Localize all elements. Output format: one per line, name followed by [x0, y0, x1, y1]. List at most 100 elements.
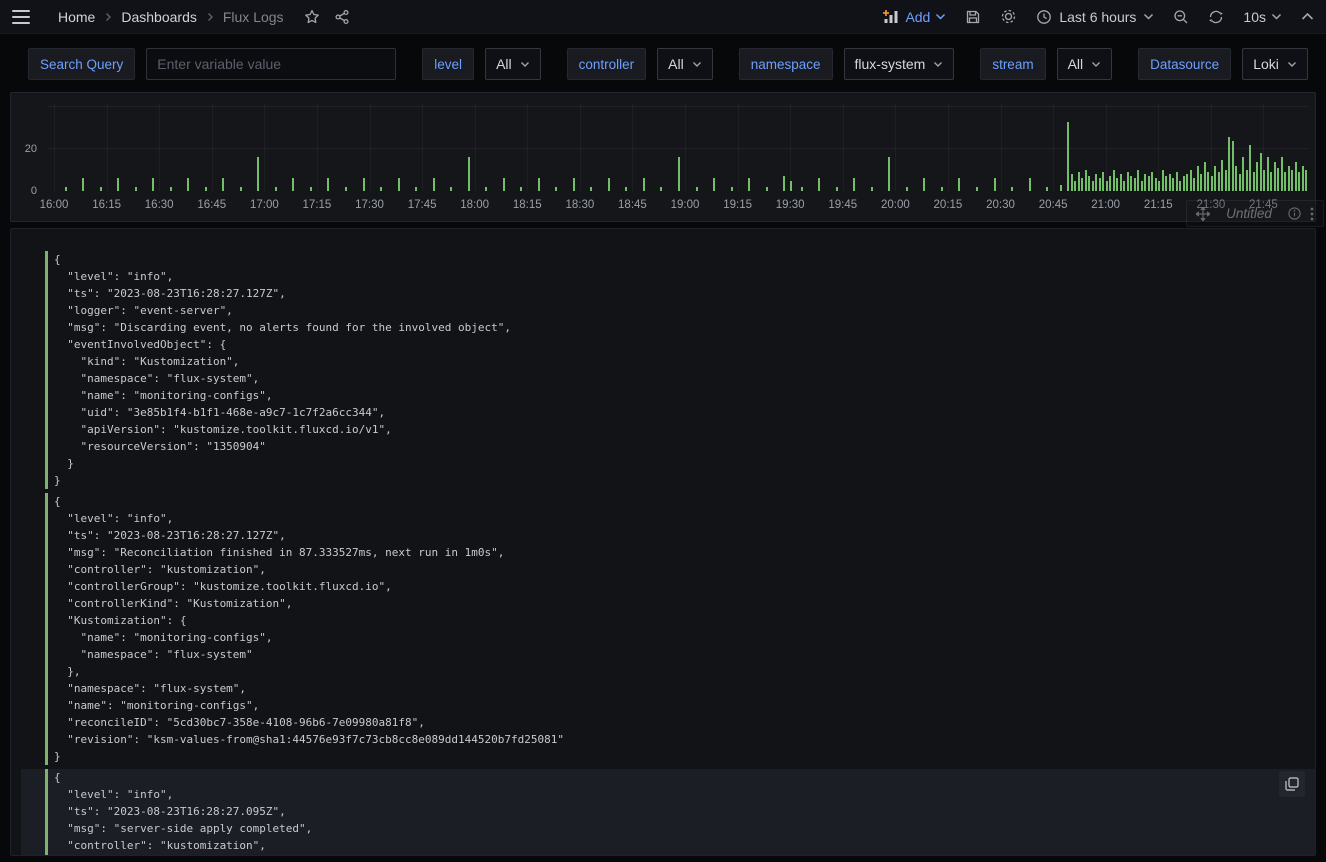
add-button-label: Add	[905, 9, 930, 25]
log-volume-bar	[363, 178, 365, 191]
log-row[interactable]: { "level": "info", "ts": "2023-08-23T16:…	[21, 769, 1315, 856]
log-volume-bar	[1029, 178, 1031, 191]
v-gridline	[632, 103, 633, 191]
time-range-picker[interactable]: Last 6 hours	[1036, 9, 1154, 25]
log-volume-bar	[1176, 172, 1178, 191]
log-volume-bar	[1190, 170, 1192, 191]
v-gridline	[264, 103, 265, 191]
refresh-dashboard-icon[interactable]	[1208, 9, 1224, 25]
chevron-down-icon	[935, 13, 946, 21]
star-icon[interactable]	[304, 9, 320, 25]
log-volume-bar	[1239, 174, 1241, 191]
log-json-text: { "level": "info", "ts": "2023-08-23T16:…	[54, 493, 564, 765]
level-select[interactable]: All	[485, 48, 541, 80]
log-volume-bar	[380, 187, 382, 191]
breadcrumb-dashboards[interactable]: Dashboards	[121, 9, 197, 25]
grafana-dashboard: Home Dashboards Flux Logs Add	[0, 0, 1326, 862]
log-volume-bar	[994, 178, 996, 191]
log-volume-bar	[590, 187, 592, 191]
x-axis-label: 16:45	[197, 199, 226, 211]
log-volume-bar	[1113, 170, 1115, 191]
time-range-label: Last 6 hours	[1059, 9, 1136, 25]
log-volume-bar	[1144, 174, 1146, 191]
panel-menu-kebab-icon[interactable]	[1310, 207, 1314, 221]
chevron-down-icon	[1143, 13, 1154, 21]
v-gridline	[317, 103, 318, 191]
v-gridline	[212, 103, 213, 191]
log-volume-bar	[538, 178, 540, 191]
v-gridline	[422, 103, 423, 191]
v-gridline	[948, 103, 949, 191]
copy-log-button[interactable]	[1279, 771, 1305, 797]
log-volume-bar	[433, 178, 435, 191]
panel-info-icon[interactable]	[1288, 207, 1301, 220]
log-volume-bar	[415, 187, 417, 191]
log-volume-bar	[1263, 170, 1265, 191]
log-volume-bar	[1137, 170, 1139, 191]
panel-hover-header: Untitled	[1186, 200, 1324, 227]
log-volume-bar	[1183, 176, 1185, 191]
clock-icon	[1036, 9, 1052, 25]
log-volume-bar	[327, 178, 329, 191]
log-volume-bar	[1281, 157, 1283, 191]
menu-icon[interactable]	[12, 10, 30, 24]
breadcrumb-home[interactable]: Home	[58, 9, 95, 25]
x-axis-label: 16:15	[92, 199, 121, 211]
log-volume-bar	[1130, 176, 1132, 191]
x-axis-label: 18:30	[565, 199, 594, 211]
x-axis-label: 19:30	[776, 199, 805, 211]
log-volume-bar	[1200, 174, 1202, 191]
dashboard-settings-gear-icon[interactable]	[1000, 8, 1017, 25]
search-query-input[interactable]	[146, 48, 396, 80]
stream-label: stream	[980, 48, 1045, 80]
log-json-text: { "level": "info", "ts": "2023-08-23T16:…	[54, 251, 511, 489]
log-volume-bar	[1284, 172, 1286, 191]
x-axis-label: 20:30	[986, 199, 1015, 211]
log-volume-bar	[888, 157, 890, 191]
log-volume-bar	[1141, 181, 1143, 191]
refresh-interval-picker[interactable]: 10s	[1243, 9, 1282, 25]
breadcrumb-current-flux-logs[interactable]: Flux Logs	[223, 9, 284, 25]
log-volume-bar	[1260, 153, 1262, 191]
y-axis-label: 20	[25, 143, 37, 155]
log-volume-bar	[941, 187, 943, 191]
log-volume-bar	[1228, 137, 1230, 191]
log-volume-bar	[678, 157, 680, 191]
log-volume-plot	[47, 103, 1309, 191]
save-dashboard-icon[interactable]	[965, 9, 981, 25]
refresh-interval-label: 10s	[1243, 9, 1266, 25]
stream-select-value: All	[1068, 56, 1084, 72]
log-volume-panel[interactable]: 020 16:0016:1516:3016:4517:0017:1517:301…	[10, 92, 1316, 222]
log-volume-bar	[1088, 176, 1090, 191]
log-volume-bar	[1109, 176, 1111, 191]
log-row[interactable]: { "level": "info", "ts": "2023-08-23T16:…	[21, 251, 1315, 489]
share-icon[interactable]	[334, 9, 350, 25]
zoom-out-time-icon[interactable]	[1173, 9, 1189, 25]
log-volume-bar	[135, 187, 137, 191]
log-volume-bar	[152, 178, 154, 191]
panel-drag-handle-icon[interactable]	[1196, 207, 1210, 221]
log-volume-bar	[1099, 178, 1101, 191]
log-volume-bar	[1074, 181, 1076, 191]
namespace-label: namespace	[739, 48, 833, 80]
log-volume-bar	[696, 187, 698, 191]
panel-title: Untitled	[1219, 206, 1279, 221]
logs-panel[interactable]: { "level": "info", "ts": "2023-08-23T16:…	[10, 228, 1316, 856]
add-button[interactable]: Add	[883, 9, 946, 25]
namespace-select[interactable]: flux-system	[844, 48, 955, 80]
log-volume-bar	[1295, 162, 1297, 191]
datasource-select[interactable]: Loki	[1242, 48, 1308, 80]
x-axis-label: 18:45	[618, 199, 647, 211]
log-row[interactable]: { "level": "info", "ts": "2023-08-23T16:…	[21, 493, 1315, 765]
kiosk-caret-up-icon[interactable]	[1301, 12, 1314, 21]
log-volume-bar	[1179, 181, 1181, 191]
log-volume-bar	[976, 187, 978, 191]
chevron-down-icon	[1287, 61, 1297, 68]
log-volume-bar	[766, 187, 768, 191]
stream-select[interactable]: All	[1057, 48, 1113, 80]
log-volume-bar	[643, 178, 645, 191]
controller-select[interactable]: All	[657, 48, 713, 80]
log-volume-bar	[1120, 174, 1122, 191]
v-gridline	[790, 103, 791, 191]
log-volume-bar	[1305, 170, 1307, 191]
